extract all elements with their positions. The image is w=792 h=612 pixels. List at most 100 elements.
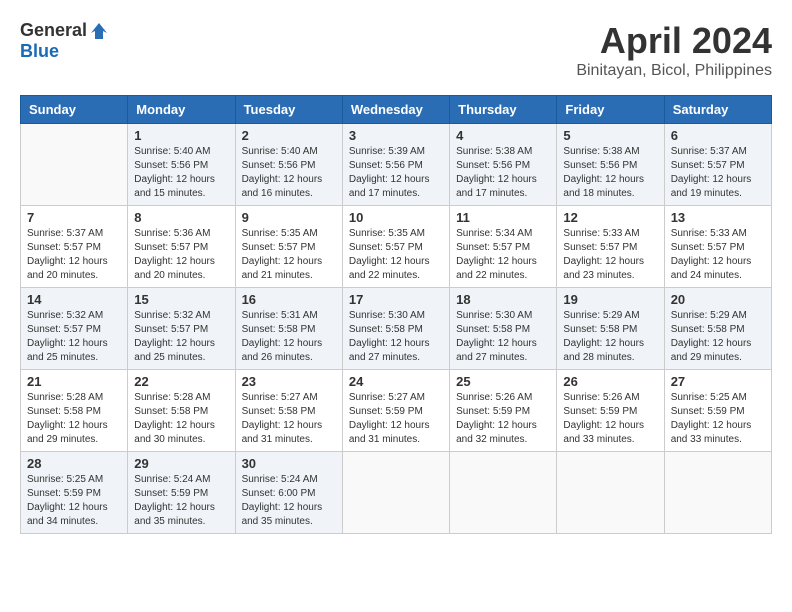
day-number: 24 — [349, 374, 443, 389]
calendar-cell: 26 Sunrise: 5:26 AM Sunset: 5:59 PM Dayli… — [557, 370, 664, 452]
day-number: 15 — [134, 292, 228, 307]
day-number: 21 — [27, 374, 121, 389]
day-number: 30 — [242, 456, 336, 471]
calendar-cell: 30 Sunrise: 5:24 AM Sunset: 6:00 PM Dayli… — [235, 452, 342, 534]
day-info: Sunrise: 5:32 AM Sunset: 5:57 PM Dayligh… — [134, 309, 228, 365]
day-number: 20 — [671, 292, 765, 307]
day-number: 27 — [671, 374, 765, 389]
day-info: Sunrise: 5:34 AM Sunset: 5:57 PM Dayligh… — [456, 227, 550, 283]
day-number: 22 — [134, 374, 228, 389]
calendar-cell — [342, 452, 449, 534]
day-info: Sunrise: 5:26 AM Sunset: 5:59 PM Dayligh… — [456, 391, 550, 447]
day-number: 29 — [134, 456, 228, 471]
calendar-cell: 29 Sunrise: 5:24 AM Sunset: 5:59 PM Dayli… — [128, 452, 235, 534]
calendar-cell: 17 Sunrise: 5:30 AM Sunset: 5:58 PM Dayli… — [342, 288, 449, 370]
logo: General Blue — [20, 20, 109, 62]
calendar-cell: 25 Sunrise: 5:26 AM Sunset: 5:59 PM Dayli… — [450, 370, 557, 452]
calendar-cell: 27 Sunrise: 5:25 AM Sunset: 5:59 PM Dayli… — [664, 370, 771, 452]
calendar-cell: 18 Sunrise: 5:30 AM Sunset: 5:58 PM Dayli… — [450, 288, 557, 370]
day-info: Sunrise: 5:35 AM Sunset: 5:57 PM Dayligh… — [242, 227, 336, 283]
page-header: General Blue April 2024 Binitayan, Bicol… — [20, 20, 772, 80]
day-number: 5 — [563, 128, 657, 143]
day-number: 1 — [134, 128, 228, 143]
day-info: Sunrise: 5:29 AM Sunset: 5:58 PM Dayligh… — [671, 309, 765, 365]
logo-general-text: General — [20, 20, 87, 41]
calendar-cell: 5Sunrise: 5:38 AM Sunset: 5:56 PM Daylig… — [557, 124, 664, 206]
calendar-week-row: 7 Sunrise: 5:37 AM Sunset: 5:57 PM Daylig… — [21, 206, 772, 288]
day-number: 13 — [671, 210, 765, 225]
day-info: Sunrise: 5:24 AM Sunset: 6:00 PM Dayligh… — [242, 473, 336, 529]
day-number: 2 — [242, 128, 336, 143]
day-info: Sunrise: 5:31 AM Sunset: 5:58 PM Dayligh… — [242, 309, 336, 365]
day-info: Sunrise: 5:36 AM Sunset: 5:57 PM Dayligh… — [134, 227, 228, 283]
day-number: 17 — [349, 292, 443, 307]
day-number: 14 — [27, 292, 121, 307]
day-number: 10 — [349, 210, 443, 225]
day-number: 25 — [456, 374, 550, 389]
day-info: Sunrise: 5:25 AM Sunset: 5:59 PM Dayligh… — [671, 391, 765, 447]
calendar-week-row: 1 Sunrise: 5:40 AM Sunset: 5:56 PM Daylig… — [21, 124, 772, 206]
calendar-cell: 15 Sunrise: 5:32 AM Sunset: 5:57 PM Dayli… — [128, 288, 235, 370]
day-info: Sunrise: 5:27 AM Sunset: 5:59 PM Dayligh… — [349, 391, 443, 447]
calendar-day-header: Wednesday — [342, 96, 449, 124]
day-number: 3 — [349, 128, 443, 143]
day-number: 26 — [563, 374, 657, 389]
calendar-cell: 1 Sunrise: 5:40 AM Sunset: 5:56 PM Daylig… — [128, 124, 235, 206]
calendar-day-header: Friday — [557, 96, 664, 124]
location-text: Binitayan, Bicol, Philippines — [576, 62, 772, 80]
day-info: Sunrise: 5:37 AM Sunset: 5:57 PM Dayligh… — [671, 145, 765, 201]
calendar-cell: 10 Sunrise: 5:35 AM Sunset: 5:57 PM Dayli… — [342, 206, 449, 288]
day-info: Sunrise: 5:33 AM Sunset: 5:57 PM Dayligh… — [563, 227, 657, 283]
calendar-cell — [664, 452, 771, 534]
day-info: Sunrise: 5:40 AM Sunset: 5:56 PM Dayligh… — [134, 145, 228, 201]
day-number: 4 — [456, 128, 550, 143]
day-number: 7 — [27, 210, 121, 225]
day-number: 19 — [563, 292, 657, 307]
day-number: 9 — [242, 210, 336, 225]
calendar-cell: 16Sunrise: 5:31 AM Sunset: 5:58 PM Dayli… — [235, 288, 342, 370]
calendar-cell: 24 Sunrise: 5:27 AM Sunset: 5:59 PM Dayli… — [342, 370, 449, 452]
day-info: Sunrise: 5:29 AM Sunset: 5:58 PM Dayligh… — [563, 309, 657, 365]
calendar-cell: 22Sunrise: 5:28 AM Sunset: 5:58 PM Dayli… — [128, 370, 235, 452]
logo-icon — [89, 21, 109, 41]
calendar-cell: 2 Sunrise: 5:40 AM Sunset: 5:56 PM Daylig… — [235, 124, 342, 206]
day-info: Sunrise: 5:25 AM Sunset: 5:59 PM Dayligh… — [27, 473, 121, 529]
calendar-day-header: Monday — [128, 96, 235, 124]
logo-blue-text: Blue — [20, 41, 59, 62]
day-info: Sunrise: 5:24 AM Sunset: 5:59 PM Dayligh… — [134, 473, 228, 529]
day-info: Sunrise: 5:30 AM Sunset: 5:58 PM Dayligh… — [456, 309, 550, 365]
day-info: Sunrise: 5:39 AM Sunset: 5:56 PM Dayligh… — [349, 145, 443, 201]
day-info: Sunrise: 5:26 AM Sunset: 5:59 PM Dayligh… — [563, 391, 657, 447]
calendar-cell — [450, 452, 557, 534]
calendar-cell: 23Sunrise: 5:27 AM Sunset: 5:58 PM Dayli… — [235, 370, 342, 452]
day-info: Sunrise: 5:38 AM Sunset: 5:56 PM Dayligh… — [456, 145, 550, 201]
calendar-cell: 4 Sunrise: 5:38 AM Sunset: 5:56 PM Daylig… — [450, 124, 557, 206]
calendar-day-header: Saturday — [664, 96, 771, 124]
calendar-cell: 13 Sunrise: 5:33 AM Sunset: 5:57 PM Dayli… — [664, 206, 771, 288]
day-info: Sunrise: 5:28 AM Sunset: 5:58 PM Dayligh… — [27, 391, 121, 447]
day-info: Sunrise: 5:33 AM Sunset: 5:57 PM Dayligh… — [671, 227, 765, 283]
calendar-cell: 11 Sunrise: 5:34 AM Sunset: 5:57 PM Dayli… — [450, 206, 557, 288]
month-title: April 2024 — [576, 20, 772, 62]
calendar-week-row: 21 Sunrise: 5:28 AM Sunset: 5:58 PM Dayli… — [21, 370, 772, 452]
day-info: Sunrise: 5:40 AM Sunset: 5:56 PM Dayligh… — [242, 145, 336, 201]
day-number: 11 — [456, 210, 550, 225]
day-info: Sunrise: 5:27 AM Sunset: 5:58 PM Dayligh… — [242, 391, 336, 447]
calendar-week-row: 14 Sunrise: 5:32 AM Sunset: 5:57 PM Dayli… — [21, 288, 772, 370]
day-info: Sunrise: 5:37 AM Sunset: 5:57 PM Dayligh… — [27, 227, 121, 283]
day-info: Sunrise: 5:35 AM Sunset: 5:57 PM Dayligh… — [349, 227, 443, 283]
calendar-cell: 6 Sunrise: 5:37 AM Sunset: 5:57 PM Daylig… — [664, 124, 771, 206]
calendar-cell: 12Sunrise: 5:33 AM Sunset: 5:57 PM Dayli… — [557, 206, 664, 288]
calendar-cell — [21, 124, 128, 206]
calendar-cell: 9 Sunrise: 5:35 AM Sunset: 5:57 PM Daylig… — [235, 206, 342, 288]
day-number: 8 — [134, 210, 228, 225]
day-number: 18 — [456, 292, 550, 307]
calendar-week-row: 28 Sunrise: 5:25 AM Sunset: 5:59 PM Dayli… — [21, 452, 772, 534]
calendar-cell: 3 Sunrise: 5:39 AM Sunset: 5:56 PM Daylig… — [342, 124, 449, 206]
day-info: Sunrise: 5:30 AM Sunset: 5:58 PM Dayligh… — [349, 309, 443, 365]
calendar-day-header: Tuesday — [235, 96, 342, 124]
day-number: 6 — [671, 128, 765, 143]
day-number: 28 — [27, 456, 121, 471]
calendar-cell: 14Sunrise: 5:32 AM Sunset: 5:57 PM Dayli… — [21, 288, 128, 370]
calendar-cell — [557, 452, 664, 534]
